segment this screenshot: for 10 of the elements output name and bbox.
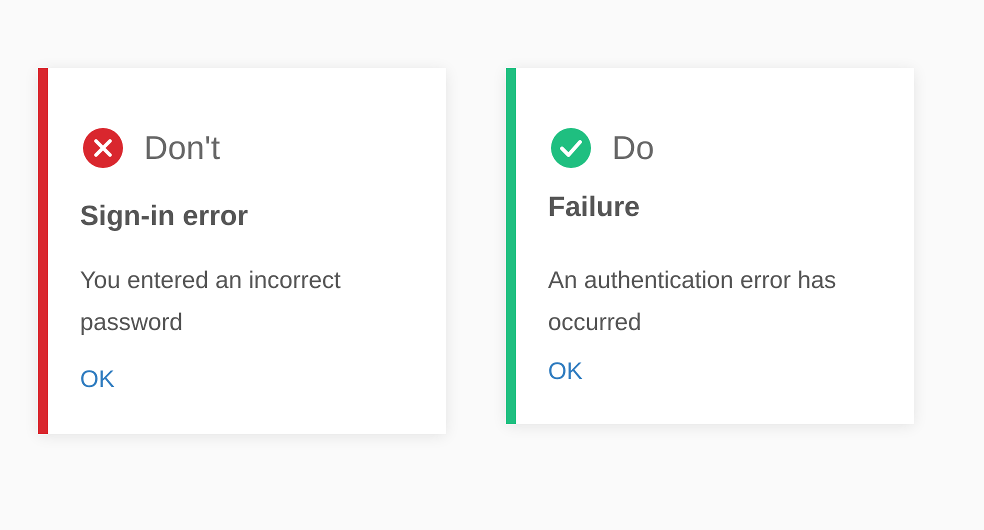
ok-link[interactable]: OK [80, 364, 115, 396]
verdict-label: Do [612, 128, 654, 168]
error-icon [83, 128, 123, 168]
dialog-title: Sign-in error [80, 199, 250, 233]
dialog-message: You entered an incorrect password [80, 266, 342, 338]
ok-link[interactable]: OK [548, 356, 583, 388]
verdict-label: Don't [144, 128, 220, 168]
dialog-message: An authentication error has occurred [548, 266, 838, 338]
check-icon [551, 128, 591, 168]
dialog-title: Failure [548, 190, 641, 224]
